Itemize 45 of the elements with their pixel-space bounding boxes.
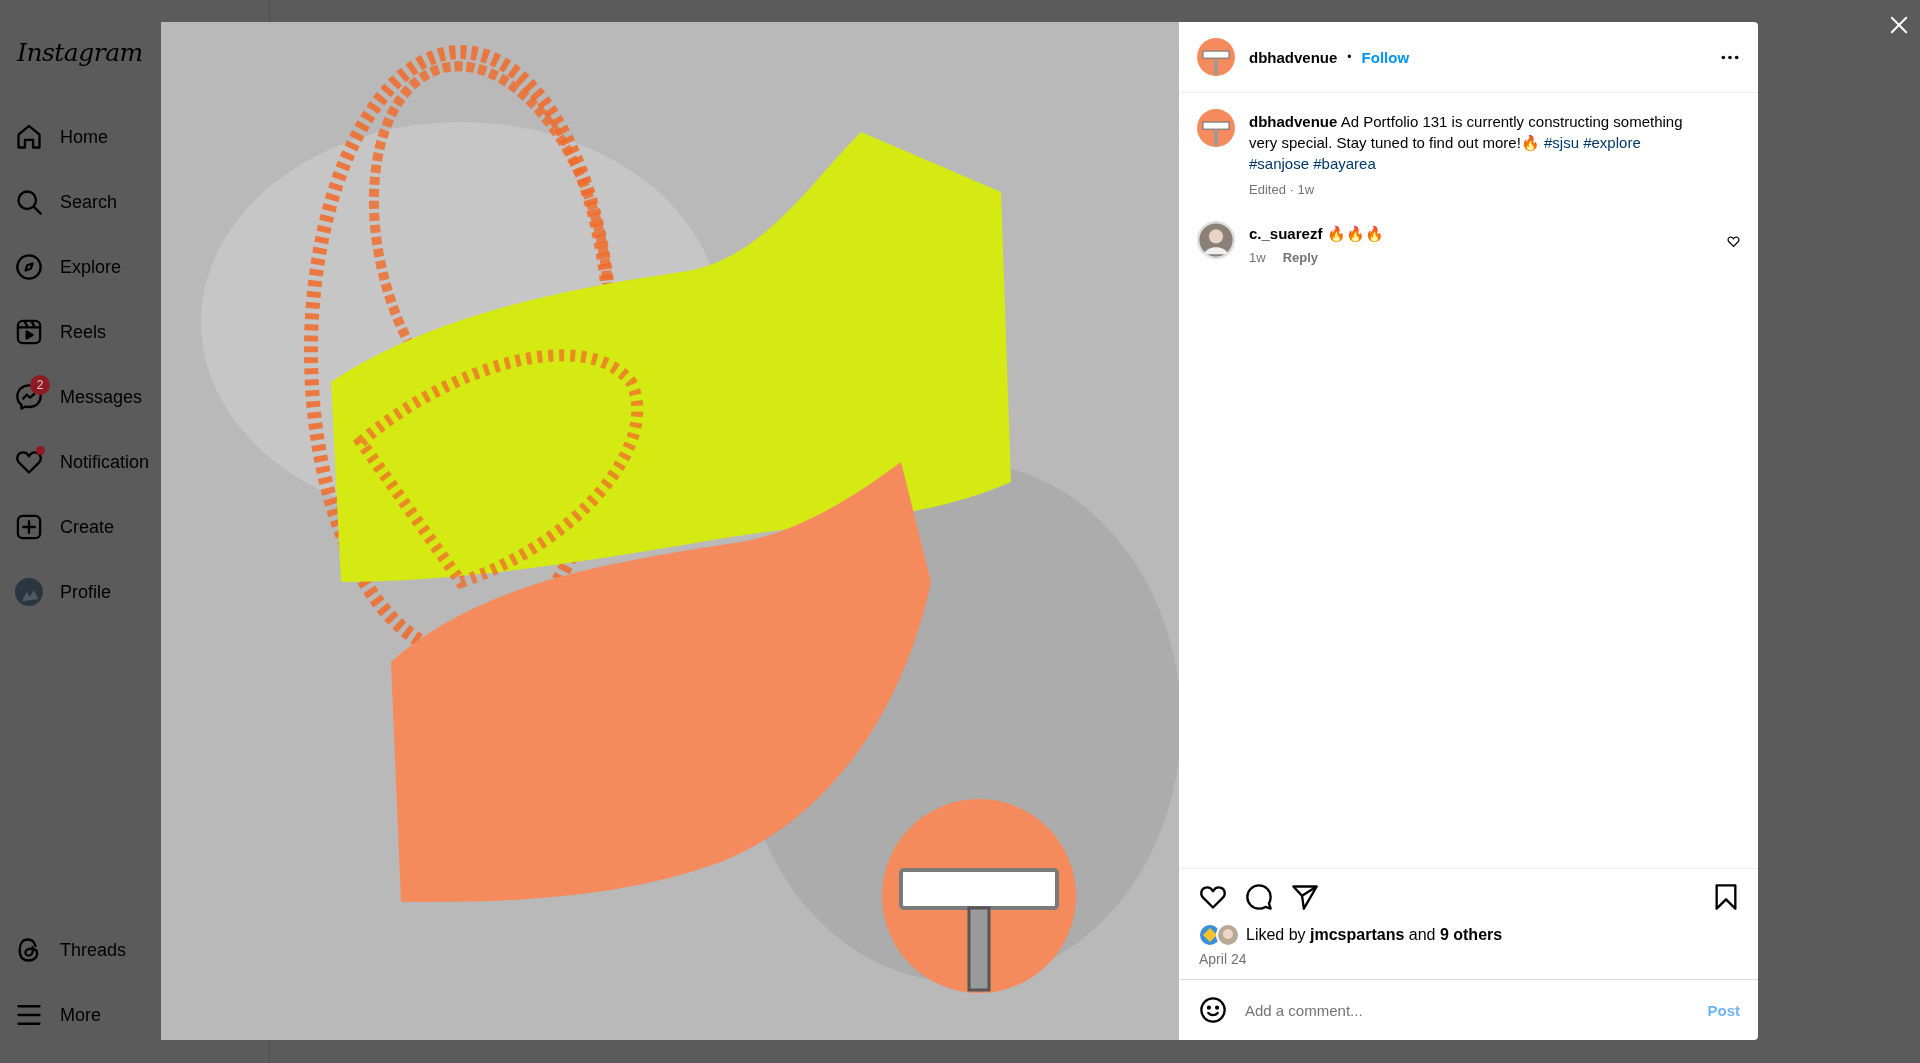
- nav-item[interactable]: Explore: [15, 247, 122, 287]
- nav-item[interactable]: Home: [15, 117, 108, 157]
- avatar[interactable]: [1197, 221, 1235, 259]
- nav-item[interactable]: Notification: [15, 442, 150, 482]
- heart-icon[interactable]: [1199, 883, 1227, 911]
- heart-icon: [15, 448, 43, 476]
- caption-text: dbhadvenue Ad Portfolio 131 is currently constructing something very special. Stay tuned to find out more!🔥 #sjsu #explore #sanjose #bayarea: [1249, 112, 1684, 174]
- separator-dot: •: [1347, 50, 1352, 64]
- avatar[interactable]: [1197, 109, 1235, 147]
- username-link[interactable]: dbhadvenue: [1249, 48, 1338, 66]
- hashtag-link[interactable]: #bayarea: [1313, 155, 1376, 172]
- plus-square-icon: [15, 513, 43, 541]
- hashtag-link[interactable]: #sjsu: [1544, 134, 1579, 151]
- post-date: April 24: [1198, 950, 1248, 969]
- comment-time: 1w: [1249, 250, 1266, 265]
- post-meta: Edited · 1w: [1249, 182, 1316, 197]
- emoji-icon[interactable]: [1199, 996, 1227, 1024]
- avatar[interactable]: [1197, 38, 1235, 76]
- reels-icon: [15, 318, 43, 346]
- comment-username[interactable]: c._suarezf: [1249, 225, 1323, 242]
- logo-text[interactable]: Instagram: [17, 38, 143, 67]
- compass-icon: [15, 253, 43, 281]
- nav-item[interactable]: 2 Messages: [15, 377, 143, 417]
- reply-button[interactable]: Reply: [1282, 250, 1319, 265]
- hashtag-link[interactable]: #explore: [1583, 134, 1641, 151]
- close-icon[interactable]: [1890, 16, 1908, 34]
- nav-item[interactable]: Create: [15, 507, 115, 547]
- nav-item[interactable]: Profile: [15, 572, 112, 612]
- nav-item[interactable]: Search: [15, 182, 118, 222]
- nav-item[interactable]: More: [15, 995, 101, 1035]
- hashtag-link[interactable]: #sanjose: [1249, 155, 1310, 172]
- likes-text[interactable]: Liked by jmcspartans and 9 others: [1246, 926, 1503, 944]
- follow-button[interactable]: Follow: [1361, 48, 1410, 66]
- post-button[interactable]: Post: [1707, 1001, 1740, 1019]
- unread-badge: 2: [30, 375, 50, 395]
- more-options-icon[interactable]: [1720, 54, 1740, 60]
- send-icon[interactable]: [1291, 883, 1319, 911]
- comment-icon[interactable]: [1245, 883, 1273, 911]
- nav-item[interactable]: Reels: [15, 312, 107, 352]
- avatar: [15, 578, 43, 606]
- heart-icon[interactable]: [1727, 235, 1740, 248]
- search-icon: [15, 188, 43, 216]
- comment-text: 🔥🔥🔥: [1326, 225, 1384, 242]
- home-icon: [15, 123, 43, 151]
- nav-item[interactable]: Threads: [15, 930, 127, 970]
